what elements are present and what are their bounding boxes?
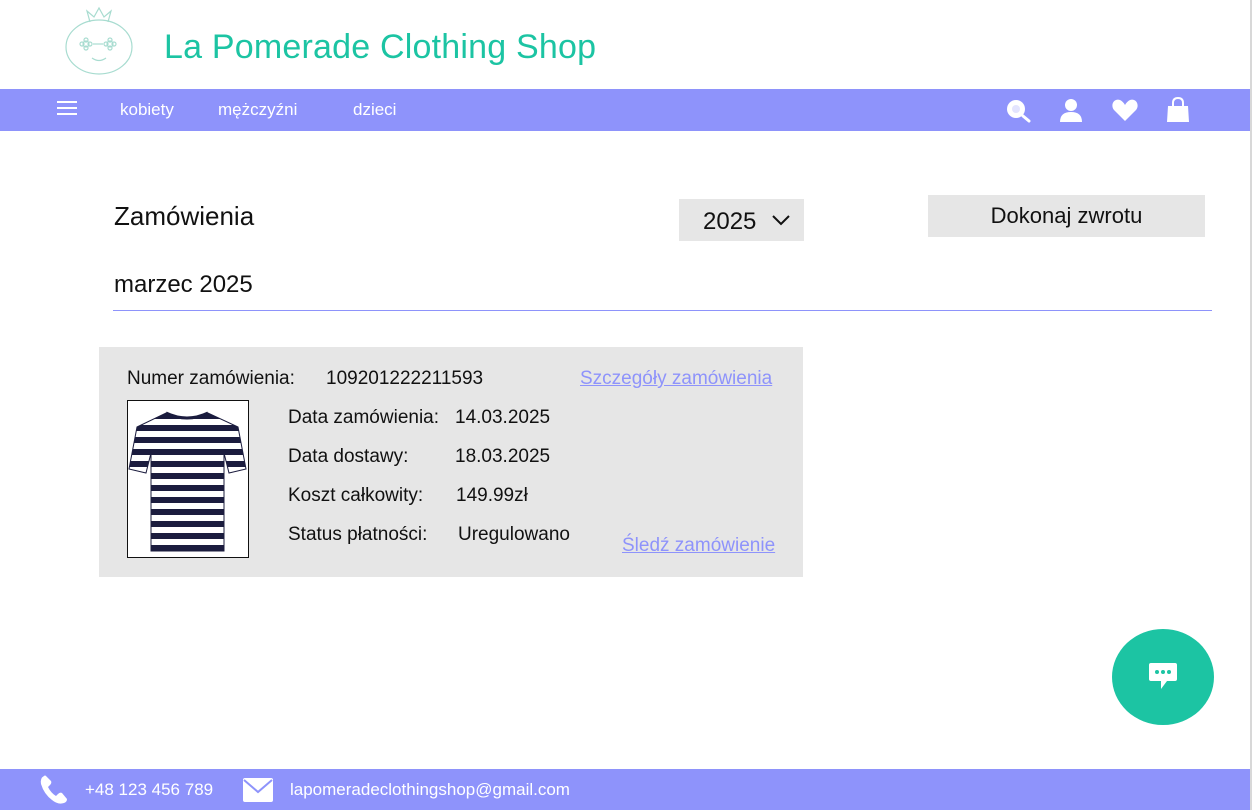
year-select-value: 2025 xyxy=(703,208,757,235)
bag-icon[interactable] xyxy=(1164,97,1192,123)
order-date-label: Data zamówienia: xyxy=(288,407,440,428)
pomegranate-logo-icon[interactable] xyxy=(62,6,136,76)
year-select[interactable]: 2025 xyxy=(679,199,804,241)
chat-bubble-icon xyxy=(1149,663,1177,689)
total-cost-label: Koszt całkowity: xyxy=(288,485,424,506)
site-footer: +48 123 456 789 lapomeradeclothingshop@g… xyxy=(0,769,1250,810)
striped-tshirt-image xyxy=(128,411,247,552)
user-icon[interactable] xyxy=(1057,97,1085,123)
order-card: Numer zamówienia: 109201222211593 Szczeg… xyxy=(99,347,803,577)
order-number-label: Numer zamówienia: xyxy=(127,368,295,389)
product-image[interactable] xyxy=(127,400,249,558)
nav-item-women[interactable]: kobiety xyxy=(120,100,174,120)
order-number-value: 109201222211593 xyxy=(326,368,484,389)
heart-icon[interactable] xyxy=(1111,97,1139,123)
brand-name[interactable]: La Pomerade Clothing Shop xyxy=(164,28,596,67)
payment-status-label: Status płatności: xyxy=(288,524,428,545)
payment-status-value: Uregulowano xyxy=(458,524,570,545)
month-heading: marzec 2025 xyxy=(114,271,253,298)
return-button[interactable]: Dokonaj zwrotu xyxy=(928,195,1205,237)
total-cost-value: 149.99zł xyxy=(456,485,528,506)
delivery-date-value: 18.03.2025 xyxy=(455,446,551,467)
page-title: Zamówienia xyxy=(114,201,255,231)
search-icon[interactable] xyxy=(1004,97,1032,123)
chat-button[interactable] xyxy=(1112,629,1214,725)
site-header: La Pomerade Clothing Shop xyxy=(0,0,1250,89)
nav-item-men[interactable]: mężczyźni xyxy=(218,100,297,120)
email-icon xyxy=(243,778,273,802)
chevron-down-icon xyxy=(772,215,790,226)
footer-phone[interactable]: +48 123 456 789 xyxy=(85,780,213,800)
month-divider xyxy=(113,310,1212,311)
track-order-link[interactable]: Śledź zamówienie xyxy=(622,535,775,557)
nav-item-kids[interactable]: dzieci xyxy=(353,100,396,120)
phone-icon xyxy=(40,775,67,804)
main-navigation: kobiety mężczyźni dzieci xyxy=(0,89,1250,131)
footer-email[interactable]: lapomeradeclothingshop@gmail.com xyxy=(290,780,570,800)
order-date-value: 14.03.2025 xyxy=(455,407,551,428)
delivery-date-label: Data dostawy: xyxy=(288,446,409,467)
order-details-link[interactable]: Szczegóły zamówienia xyxy=(580,368,772,390)
hamburger-menu-icon[interactable] xyxy=(57,99,77,117)
